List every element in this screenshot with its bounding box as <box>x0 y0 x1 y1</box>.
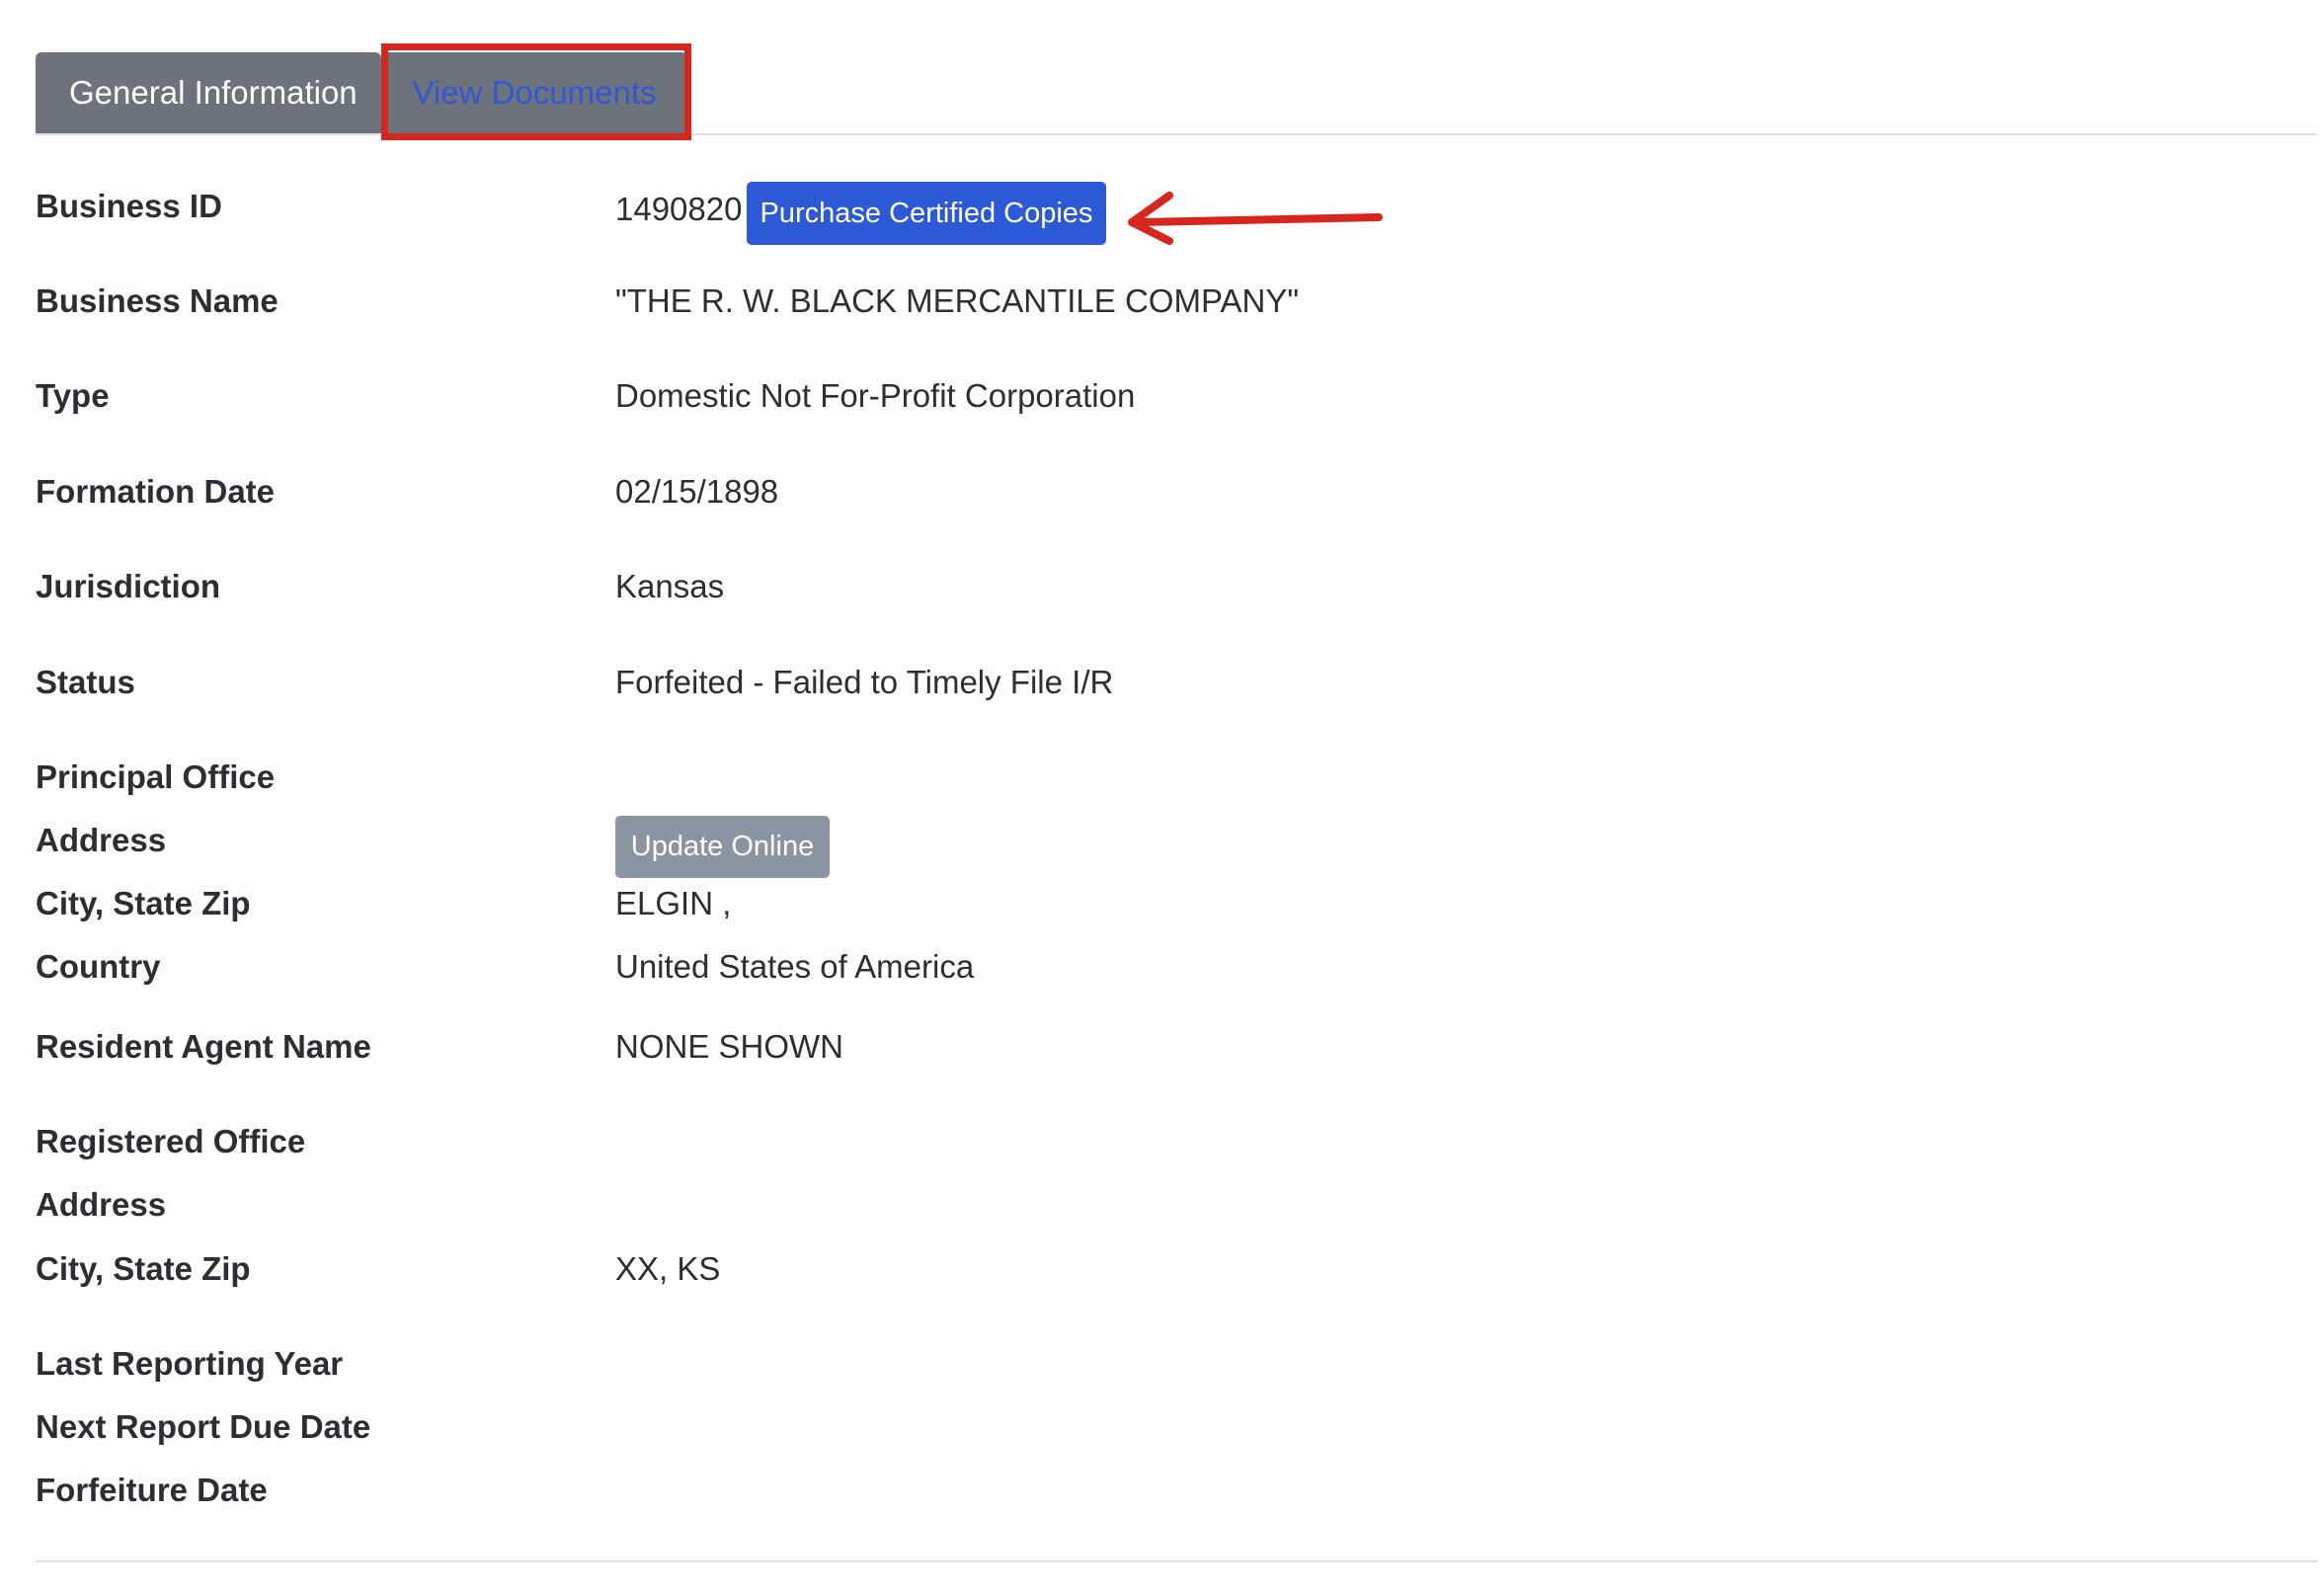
tab-general-information[interactable]: General Information <box>36 52 381 133</box>
tab-view-documents[interactable]: View Documents <box>381 52 687 133</box>
principal-city-state-zip-label: City, State Zip <box>36 885 251 921</box>
business-id-value: 1490820 <box>615 191 743 227</box>
resident-agent-name-label: Resident Agent Name <box>36 1028 371 1065</box>
business-id-label: Business ID <box>36 188 222 224</box>
formation-date-value: 02/15/1898 <box>615 473 779 510</box>
type-value: Domestic Not For-Profit Corporation <box>615 377 1136 414</box>
country-value: United States of America <box>615 948 975 985</box>
registered-city-state-zip-value: XX, KS <box>615 1250 721 1287</box>
jurisdiction-value: Kansas <box>615 568 725 604</box>
annotation-arrow-icon <box>1128 192 1383 245</box>
status-label: Status <box>36 664 135 700</box>
last-reporting-year-label: Last Reporting Year <box>36 1345 344 1382</box>
registered-office-heading: Registered Office <box>36 1123 306 1159</box>
status-value: Forfeited - Failed to Timely File I/R <box>615 664 1114 700</box>
forfeiture-date-label: Forfeiture Date <box>36 1472 268 1508</box>
formation-date-label: Formation Date <box>36 473 276 510</box>
registered-city-state-zip-label: City, State Zip <box>36 1250 251 1287</box>
principal-address-label: Address <box>36 822 167 858</box>
business-name-label: Business Name <box>36 282 279 319</box>
principal-city-state-zip-value: ELGIN , <box>615 885 732 921</box>
jurisdiction-label: Jurisdiction <box>36 568 221 604</box>
bottom-divider <box>36 1560 2317 1562</box>
type-label: Type <box>36 377 110 414</box>
principal-office-heading: Principal Office <box>36 758 276 795</box>
business-name-value: "THE R. W. BLACK MERCANTILE COMPANY" <box>615 282 1300 319</box>
registered-address-label: Address <box>36 1186 167 1223</box>
resident-agent-name-value: NONE SHOWN <box>615 1028 843 1065</box>
country-label: Country <box>36 948 161 985</box>
purchase-certified-copies-button[interactable]: Purchase Certified Copies <box>747 182 1106 245</box>
tab-bar: General Information View Documents <box>36 52 2317 135</box>
next-report-due-date-label: Next Report Due Date <box>36 1408 371 1445</box>
update-online-button[interactable]: Update Online <box>615 816 830 878</box>
